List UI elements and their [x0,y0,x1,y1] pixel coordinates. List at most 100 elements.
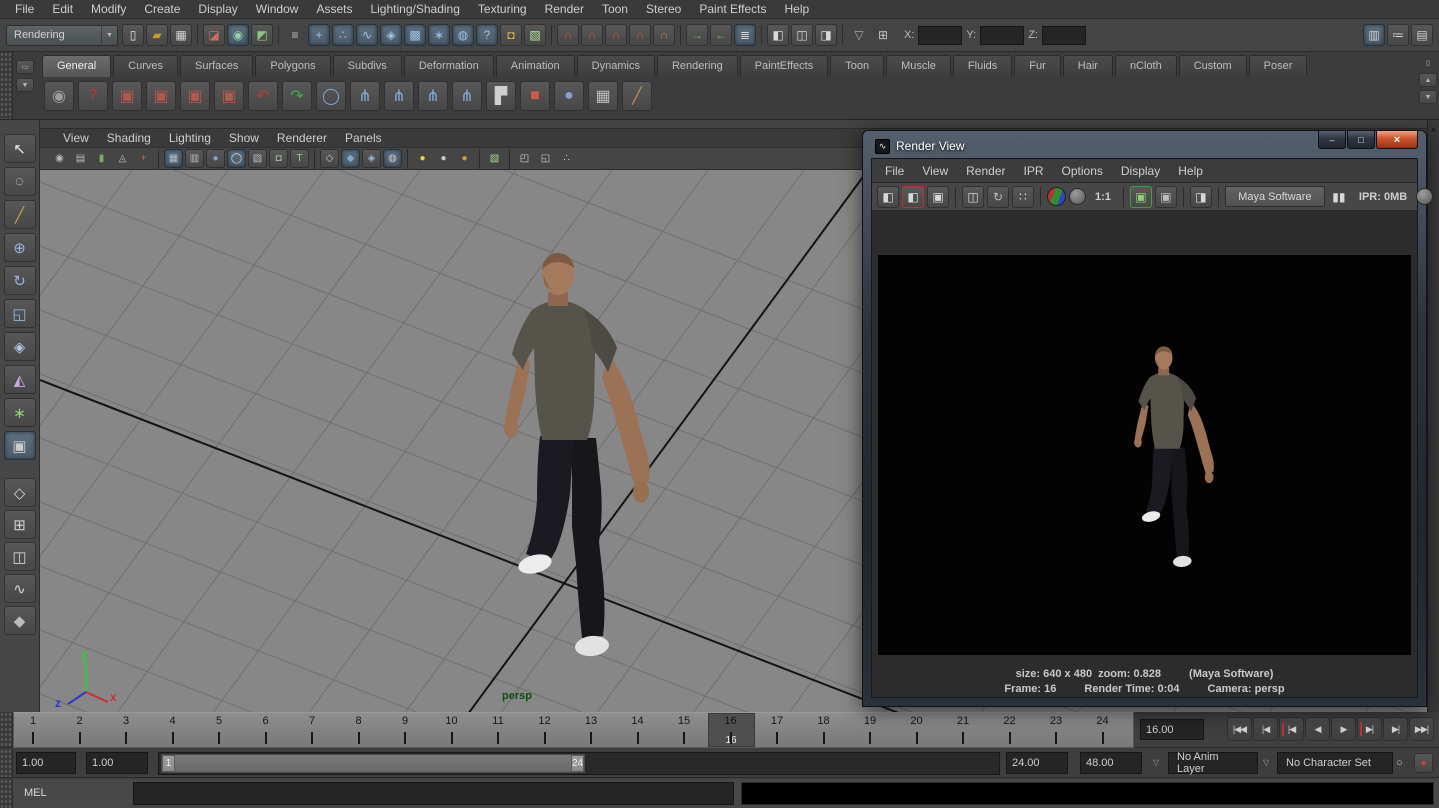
field-chart-icon[interactable]: ▧ [248,149,267,168]
custom-layout-icon[interactable]: ◆ [4,606,36,635]
viewport-menu-lighting[interactable]: Lighting [160,129,220,147]
shelf-tab-surfaces[interactable]: Surfaces [180,55,253,77]
anim-layer-selector[interactable]: No Anim Layer [1168,752,1258,774]
current-time-field[interactable] [1140,719,1204,740]
render-icon[interactable]: ◧ [877,186,899,208]
keep-image-icon[interactable]: ▣ [1130,186,1152,208]
menu-assets[interactable]: Assets [307,0,361,18]
paint-brush-shelf-icon[interactable]: ╱ [622,81,652,111]
live-surface-icon[interactable]: ⊞ [872,24,894,46]
viewport-menu-shading[interactable]: Shading [98,129,160,147]
anim-layer-dropdown-icon[interactable]: ▽ [1153,758,1159,767]
channel-box-icon[interactable]: ▤ [1411,24,1433,46]
gate-mask-icon[interactable]: ◯ [227,149,246,168]
playback-end-field[interactable] [1006,752,1068,774]
viewport-menu-panels[interactable]: Panels [336,129,391,147]
share-view-icon[interactable]: ∴ [557,149,576,168]
create-partition-shelf-icon[interactable]: ⋔ [384,81,414,111]
shelf-tab-ncloth[interactable]: nCloth [1115,55,1177,77]
set-key-icon[interactable]: ○ [1396,757,1403,769]
render-settings-icon[interactable]: ◨ [815,24,837,46]
animation-start-field[interactable] [16,752,76,774]
render-image[interactable] [878,255,1411,655]
shelf-tab-rendering[interactable]: Rendering [657,55,738,77]
xray-icon[interactable]: ◰ [515,149,534,168]
range-grip[interactable] [0,749,13,777]
graph-layout-icon[interactable]: ∿ [4,574,36,603]
range-slider[interactable]: 1 24 [161,754,585,773]
camera-shelf-icon[interactable]: ▣ [112,81,142,111]
remove-image-icon[interactable]: ▣ [1155,186,1177,208]
camera-aim-shelf-icon[interactable]: ▣ [146,81,176,111]
viewport-menu-view[interactable]: View [54,129,98,147]
render-view-menu-render[interactable]: Render [957,162,1014,180]
y-coordinate-field[interactable] [980,26,1024,45]
shelf-scroll-up-icon[interactable]: ▲ [1419,73,1437,87]
auto-keyframe-button[interactable]: ● [1414,753,1433,773]
time-slider[interactable]: 16 1234567891011121314151617181920212223… [13,712,1134,748]
menu-window[interactable]: Window [247,0,308,18]
single-pane-layout-icon[interactable]: ◇ [4,478,36,507]
shelf-trash-icon[interactable]: ▯ [1419,56,1437,70]
menu-file[interactable]: File [6,0,43,18]
highlight-selection-mode-icon[interactable]: ▧ [524,24,546,46]
select-curves-mask-icon[interactable]: ∿ [356,24,378,46]
shelf-tab-dynamics[interactable]: Dynamics [577,55,655,77]
shelf-tab-animation[interactable]: Animation [496,55,575,77]
quick-select-set-shelf-icon[interactable]: ⋔ [418,81,448,111]
window-titlebar[interactable]: ∿ Render View –□× [871,134,1418,158]
select-handles-mask-icon[interactable]: + [308,24,330,46]
shelf-scroll-down-icon[interactable]: ▼ [1419,90,1437,104]
menu-render[interactable]: Render [536,0,593,18]
playback-start-field[interactable] [86,752,148,774]
soft-modification-icon[interactable]: ◭ [4,365,36,394]
create-set-shelf-icon[interactable]: ⋔ [350,81,380,111]
chevron-down-icon[interactable]: ▽ [848,24,870,46]
select-rendering-mask-icon[interactable]: ◍ [452,24,474,46]
bookmarks-icon[interactable]: ▮ [92,149,111,168]
sphere-project-shelf-icon[interactable]: ● [554,81,584,111]
new-scene-icon[interactable]: ▯ [122,24,144,46]
rgb-channels-icon[interactable] [1047,187,1066,206]
range-start-handle[interactable]: 1 [162,755,175,772]
play-forwards-button[interactable]: ▶ [1331,717,1356,741]
shelf-tab-toon[interactable]: Toon [830,55,884,77]
refresh-ipr-icon[interactable]: ↻ [987,186,1009,208]
camera-attributes-icon[interactable]: ▤ [71,149,90,168]
range-slider-track[interactable]: 1 24 [158,752,1000,775]
textured-mode-icon[interactable]: ◈ [362,149,381,168]
z-coordinate-field[interactable] [1042,26,1086,45]
close-button[interactable]: × [1376,131,1418,149]
shelf-tab-fur[interactable]: Fur [1014,55,1061,77]
shelf-tab-custom[interactable]: Custom [1179,55,1247,77]
save-scene-icon[interactable]: ▦ [170,24,192,46]
shelf-tab-muscle[interactable]: Muscle [886,55,951,77]
x-coordinate-field[interactable] [918,26,962,45]
menu-create[interactable]: Create [135,0,189,18]
tool-settings-icon[interactable]: ≔ [1387,24,1409,46]
ipr-render-icon[interactable]: ◫ [962,186,984,208]
alpha-channel-icon[interactable] [1069,188,1086,205]
viewport-menu-show[interactable]: Show [220,129,268,147]
lock-selection-icon[interactable]: ◘ [500,24,522,46]
render-view-menu-display[interactable]: Display [1112,162,1169,180]
snap-to-points-icon[interactable]: ∩ [605,24,627,46]
shelf-tab-painteffects[interactable]: PaintEffects [740,55,829,77]
range-end-handle[interactable]: 24 [571,755,584,772]
resolution-gate-icon[interactable]: ● [206,149,225,168]
menu-display[interactable]: Display [189,0,246,18]
ipr-region-icon[interactable]: ∷ [1012,186,1034,208]
four-pane-layout-icon[interactable]: ⊞ [4,510,36,539]
chevron-down-icon[interactable]: ▼ [101,26,117,45]
snap-to-curves-icon[interactable]: ∩ [581,24,603,46]
edit-sets-shelf-icon[interactable]: ⋔ [452,81,482,111]
shelf-tab-subdivs[interactable]: Subdivs [333,55,402,77]
flat-light-icon[interactable]: ● [434,149,453,168]
minimize-button[interactable]: – [1318,131,1346,149]
attribute-editor-icon[interactable]: ▥ [1363,24,1385,46]
menu-edit[interactable]: Edit [43,0,82,18]
shelf-tab-general[interactable]: General [42,55,111,77]
menu-modify[interactable]: Modify [82,0,135,18]
pause-ipr-icon[interactable]: ▮▮ [1328,186,1350,208]
selection-mask-icon[interactable]: ≡ [284,24,306,46]
